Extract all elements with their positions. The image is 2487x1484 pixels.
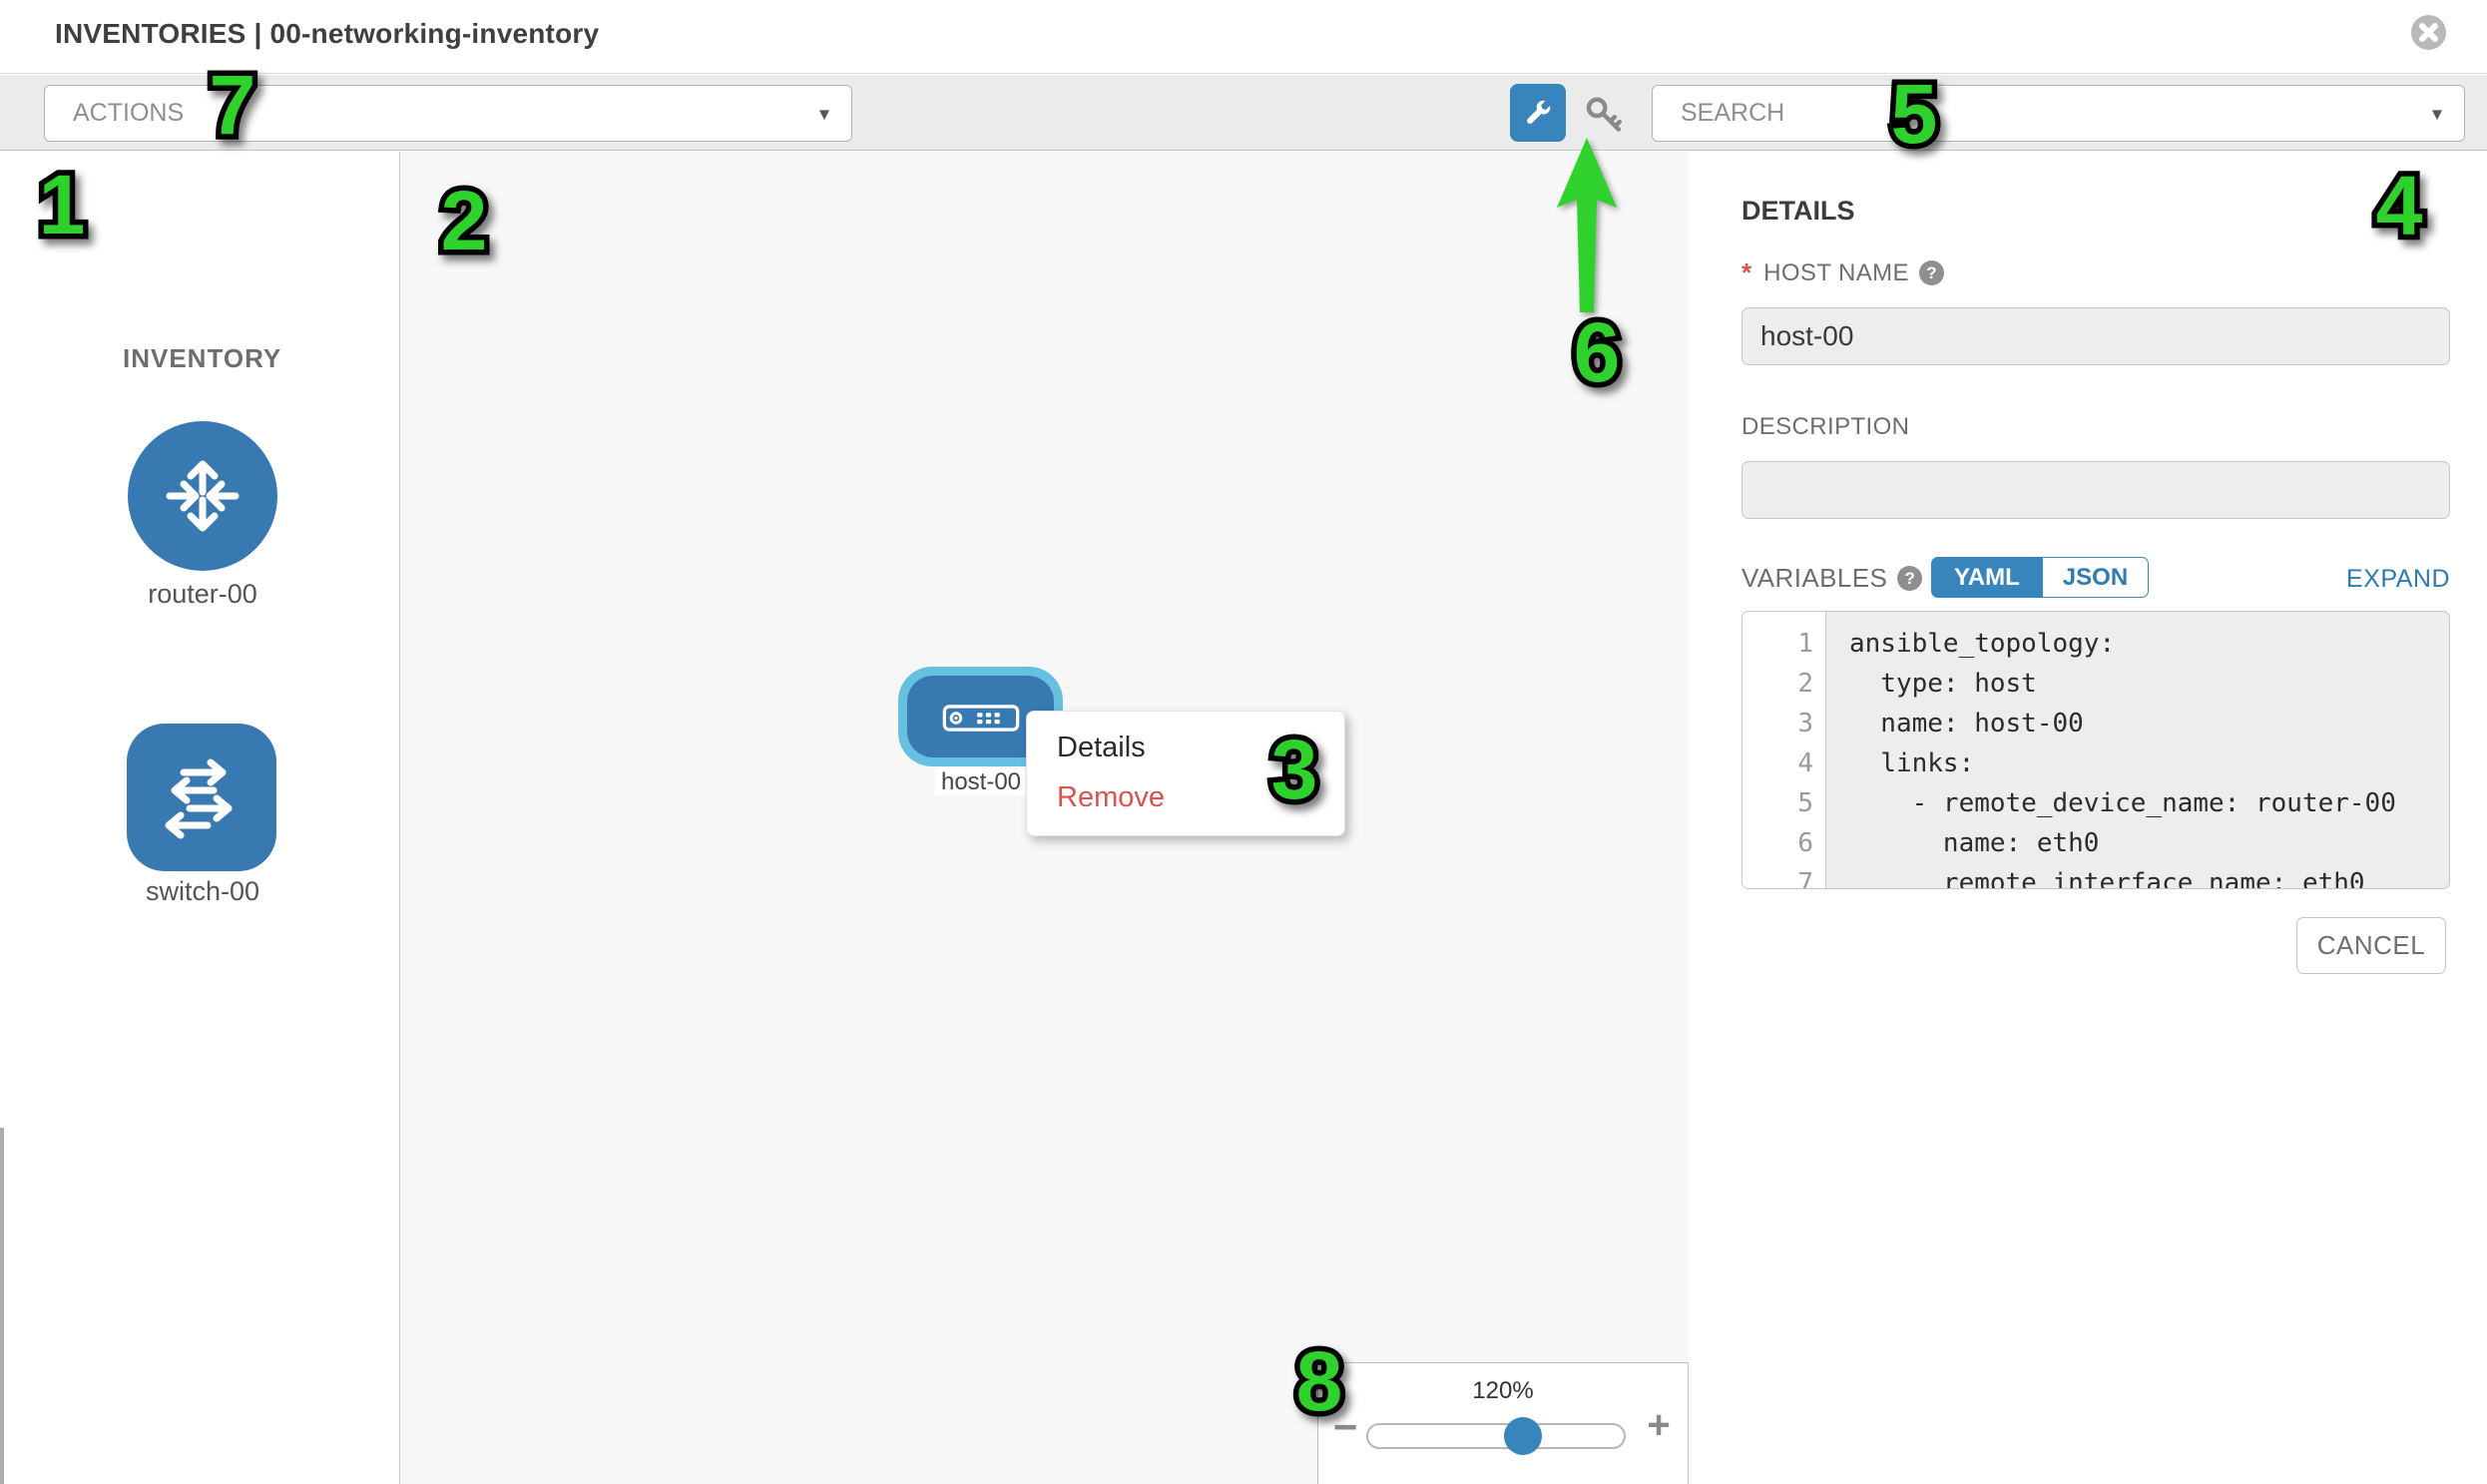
key-button[interactable] xyxy=(1583,93,1627,137)
context-menu-item-details[interactable]: Details xyxy=(1027,723,1344,772)
sidebar-item-switch[interactable] xyxy=(127,724,276,871)
context-menu-item-remove[interactable]: Remove xyxy=(1027,772,1344,822)
tab-json[interactable]: JSON xyxy=(2043,557,2149,598)
line-number: 2 xyxy=(1742,664,1825,704)
zoom-out-button[interactable]: − xyxy=(1328,1403,1362,1451)
key-icon xyxy=(1583,93,1627,137)
close-icon xyxy=(2411,15,2446,50)
actions-dropdown-label: ACTIONS xyxy=(73,86,184,141)
required-marker: * xyxy=(1741,257,1751,288)
search-placeholder: SEARCH xyxy=(1681,86,1784,141)
tools-button[interactable] xyxy=(1510,84,1566,142)
details-panel: DETAILS * HOST NAME ? DESCRIPTION VARIAB… xyxy=(1689,152,2487,1484)
variables-label: VARIABLES xyxy=(1741,563,1887,594)
toolbar: ACTIONS ▾ SEARCH ▾ xyxy=(0,75,2487,151)
line-number: 5 xyxy=(1742,783,1825,823)
variables-format-toggle: YAML JSON xyxy=(1931,557,2149,598)
host-name-label: HOST NAME xyxy=(1763,259,1909,287)
description-label-row: DESCRIPTION xyxy=(1741,413,1909,441)
details-panel-title: DETAILS xyxy=(1741,196,1855,227)
sidebar-item-router[interactable] xyxy=(128,421,277,571)
router-icon xyxy=(153,446,252,546)
chevron-down-icon: ▾ xyxy=(2432,101,2442,126)
editor-code: ansible_topology: type: host name: host-… xyxy=(1827,612,2449,888)
code-line: type: host xyxy=(1849,664,2449,704)
host-server-icon xyxy=(942,705,1020,732)
line-number: 3 xyxy=(1742,704,1825,743)
line-number: 6 xyxy=(1742,823,1825,863)
zoom-level-value: 120% xyxy=(1318,1377,1688,1405)
description-input[interactable] xyxy=(1741,461,2450,519)
code-line: name: eth0 xyxy=(1849,823,2449,863)
host-node-label: host-00 xyxy=(935,768,1027,795)
zoom-control: 120% − + xyxy=(1317,1362,1689,1484)
actions-dropdown[interactable]: ACTIONS ▾ xyxy=(44,85,852,142)
code-line: links: xyxy=(1849,743,2449,783)
zoom-slider-thumb[interactable] xyxy=(1504,1417,1542,1455)
sidebar-item-label: switch-00 xyxy=(83,876,322,907)
help-icon[interactable]: ? xyxy=(1919,260,1944,285)
cancel-button[interactable]: CANCEL xyxy=(2296,917,2446,974)
chevron-down-icon: ▾ xyxy=(819,101,829,126)
host-name-label-row: * HOST NAME ? xyxy=(1741,257,1944,288)
line-number: 7 xyxy=(1742,863,1825,889)
sidebar-item-label: router-00 xyxy=(83,579,322,610)
sidebar-title: INVENTORY xyxy=(123,343,281,374)
variables-code-editor[interactable]: 1 2 3 4 5 6 7 ansible_topology: type: ho… xyxy=(1741,611,2450,889)
host-name-input[interactable] xyxy=(1741,307,2450,365)
top-bar: INVENTORIES | 00-networking-inventory xyxy=(0,0,2487,74)
page-title: INVENTORIES | 00-networking-inventory xyxy=(55,18,599,50)
code-line: ansible_topology: xyxy=(1849,624,2449,664)
inventory-topology-screen: INVENTORIES | 00-networking-inventory AC… xyxy=(0,0,2487,1484)
code-line: - remote_device_name: router-00 xyxy=(1849,783,2449,823)
wrench-icon xyxy=(1523,98,1553,128)
topology-canvas[interactable]: host-00 Details Remove 120% − + xyxy=(399,152,1690,1484)
search-dropdown[interactable]: SEARCH ▾ xyxy=(1652,85,2465,142)
description-label: DESCRIPTION xyxy=(1741,413,1909,441)
expand-link[interactable]: EXPAND xyxy=(2238,565,2450,594)
help-icon[interactable]: ? xyxy=(1897,566,1922,591)
variables-label-row: VARIABLES ? xyxy=(1741,563,1922,594)
line-number: 1 xyxy=(1742,624,1825,664)
tab-yaml[interactable]: YAML xyxy=(1931,557,2043,598)
editor-gutter: 1 2 3 4 5 6 7 xyxy=(1742,612,1826,888)
code-line: name: host-00 xyxy=(1849,704,2449,743)
node-context-menu: Details Remove xyxy=(1026,711,1345,836)
zoom-slider-track[interactable] xyxy=(1366,1423,1626,1449)
line-number: 4 xyxy=(1742,743,1825,783)
left-scrollbar[interactable] xyxy=(0,1128,4,1484)
inventory-sidebar: INVENTORY router-00 xyxy=(0,152,399,1484)
close-button[interactable] xyxy=(2411,15,2446,50)
switch-icon xyxy=(152,748,251,848)
zoom-in-button[interactable]: + xyxy=(1642,1403,1676,1448)
code-line: remote_interface_name: eth0 xyxy=(1849,863,2449,889)
